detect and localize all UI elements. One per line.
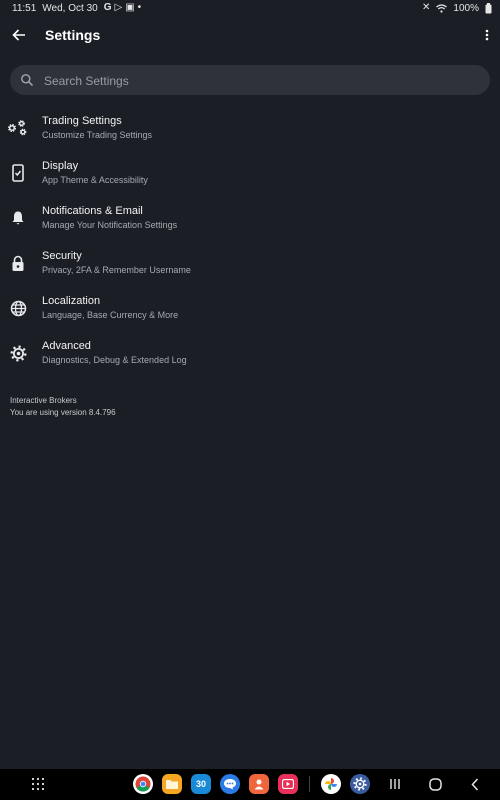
dock-divider bbox=[309, 776, 310, 792]
chrome-icon[interactable] bbox=[133, 774, 153, 794]
bell-icon bbox=[8, 208, 28, 228]
gear-icon bbox=[8, 343, 28, 363]
search-input[interactable] bbox=[42, 70, 466, 92]
google-photos-icon[interactable] bbox=[321, 774, 341, 794]
system-navigation bbox=[386, 775, 484, 793]
chevron-left-icon bbox=[471, 777, 479, 791]
settings-list: Trading Settings Customize Trading Setti… bbox=[0, 112, 500, 382]
mute-icon: ✕ bbox=[422, 2, 431, 13]
settings-item-security[interactable]: Security Privacy, 2FA & Remember Usernam… bbox=[0, 247, 500, 292]
back-nav-button[interactable] bbox=[466, 775, 484, 793]
notification-icons: G ▷ ▣ • bbox=[104, 3, 141, 13]
settings-screen: 11:51 Wed, Oct 30 G ▷ ▣ • ✕ 100% Setting… bbox=[0, 0, 500, 800]
settings-app-icon[interactable] bbox=[350, 774, 370, 794]
settings-item-title: Localization bbox=[42, 295, 101, 307]
display-icon bbox=[8, 163, 28, 183]
settings-item-subtitle: Manage Your Notification Settings bbox=[42, 220, 178, 230]
status-date: Wed, Oct 30 bbox=[42, 2, 98, 14]
status-time: 11:51 bbox=[12, 2, 37, 14]
battery-icon bbox=[485, 2, 492, 13]
settings-item-subtitle: Language, Base Currency & More bbox=[42, 310, 179, 320]
settings-item-display[interactable]: Display App Theme & Accessibility bbox=[0, 157, 500, 202]
more-vert-icon bbox=[485, 29, 489, 41]
settings-item-title: Trading Settings bbox=[42, 115, 122, 127]
search-icon bbox=[21, 74, 34, 87]
navigation-bar: 30 bbox=[0, 769, 500, 800]
contacts-icon[interactable] bbox=[249, 774, 269, 794]
back-button[interactable] bbox=[8, 24, 30, 46]
globe-icon bbox=[8, 298, 28, 318]
dot-icon: • bbox=[137, 2, 142, 13]
settings-item-subtitle: Diagnostics, Debug & Extended Log bbox=[42, 355, 187, 365]
settings-item-subtitle: Privacy, 2FA & Remember Username bbox=[42, 265, 191, 275]
lock-icon bbox=[8, 253, 28, 273]
recent-apps-button[interactable] bbox=[386, 775, 404, 793]
wifi-icon bbox=[436, 3, 448, 13]
settings-item-localization[interactable]: Localization Language, Base Currency & M… bbox=[0, 292, 500, 337]
google-icon: G bbox=[103, 2, 112, 13]
image-icon: ▣ bbox=[125, 2, 135, 13]
search-bar[interactable] bbox=[10, 65, 490, 95]
calendar-day: 30 bbox=[195, 779, 206, 789]
settings-item-subtitle: Customize Trading Settings bbox=[42, 130, 153, 140]
my-files-icon[interactable] bbox=[162, 774, 182, 794]
play-store-icon: ▷ bbox=[114, 2, 123, 13]
recent-apps-icon bbox=[390, 779, 400, 789]
battery-percent: 100% bbox=[453, 2, 479, 14]
status-bar: 11:51 Wed, Oct 30 G ▷ ▣ • ✕ 100% bbox=[0, 0, 500, 16]
page-title: Settings bbox=[45, 27, 101, 43]
messages-icon[interactable] bbox=[220, 774, 240, 794]
settings-item-title: Notifications & Email bbox=[42, 205, 143, 217]
settings-item-notifications[interactable]: Notifications & Email Manage Your Notifi… bbox=[0, 202, 500, 247]
home-icon bbox=[428, 777, 442, 791]
settings-item-advanced[interactable]: Advanced Diagnostics, Debug & Extended L… bbox=[0, 337, 500, 382]
version-text: You are using version 8.4.796 bbox=[10, 408, 116, 417]
home-button[interactable] bbox=[426, 775, 444, 793]
more-options-button[interactable] bbox=[480, 24, 494, 46]
settings-item-subtitle: App Theme & Accessibility bbox=[42, 175, 148, 185]
video-player-icon[interactable] bbox=[278, 774, 298, 794]
settings-item-title: Display bbox=[42, 160, 79, 172]
version-info: Interactive Brokers You are using versio… bbox=[10, 395, 116, 419]
trading-settings-icon bbox=[8, 118, 28, 138]
app-dock: 30 bbox=[133, 774, 370, 794]
app-bar: Settings bbox=[0, 20, 500, 52]
settings-item-trading[interactable]: Trading Settings Customize Trading Setti… bbox=[0, 112, 500, 157]
calendar-icon[interactable]: 30 bbox=[191, 774, 211, 794]
company-name: Interactive Brokers bbox=[10, 396, 77, 405]
app-drawer-icon[interactable] bbox=[32, 778, 44, 790]
arrow-left-icon bbox=[12, 29, 25, 41]
settings-item-title: Advanced bbox=[42, 340, 91, 352]
settings-item-title: Security bbox=[42, 250, 82, 262]
